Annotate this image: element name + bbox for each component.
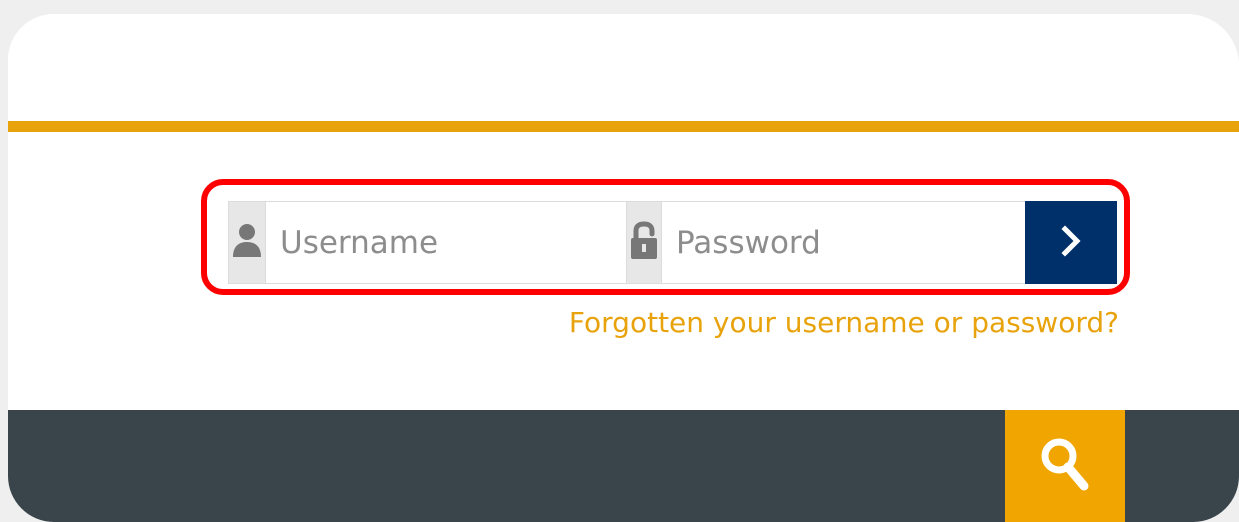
search-icon [1039,436,1091,497]
username-input[interactable] [265,201,672,284]
page-header [8,14,1239,122]
unlock-icon [627,220,661,265]
chevron-right-icon [1057,224,1085,261]
login-submit-button[interactable] [1025,201,1117,284]
password-icon-box [626,201,661,284]
forgot-credentials-link[interactable]: Forgotten your username or password? [530,303,1119,343]
username-icon-box [228,201,265,284]
username-field-group [228,201,672,284]
user-icon [229,222,265,264]
search-button[interactable] [1005,410,1125,522]
password-field-group [626,201,1068,284]
accent-divider [8,121,1239,132]
password-input[interactable] [661,201,1068,284]
